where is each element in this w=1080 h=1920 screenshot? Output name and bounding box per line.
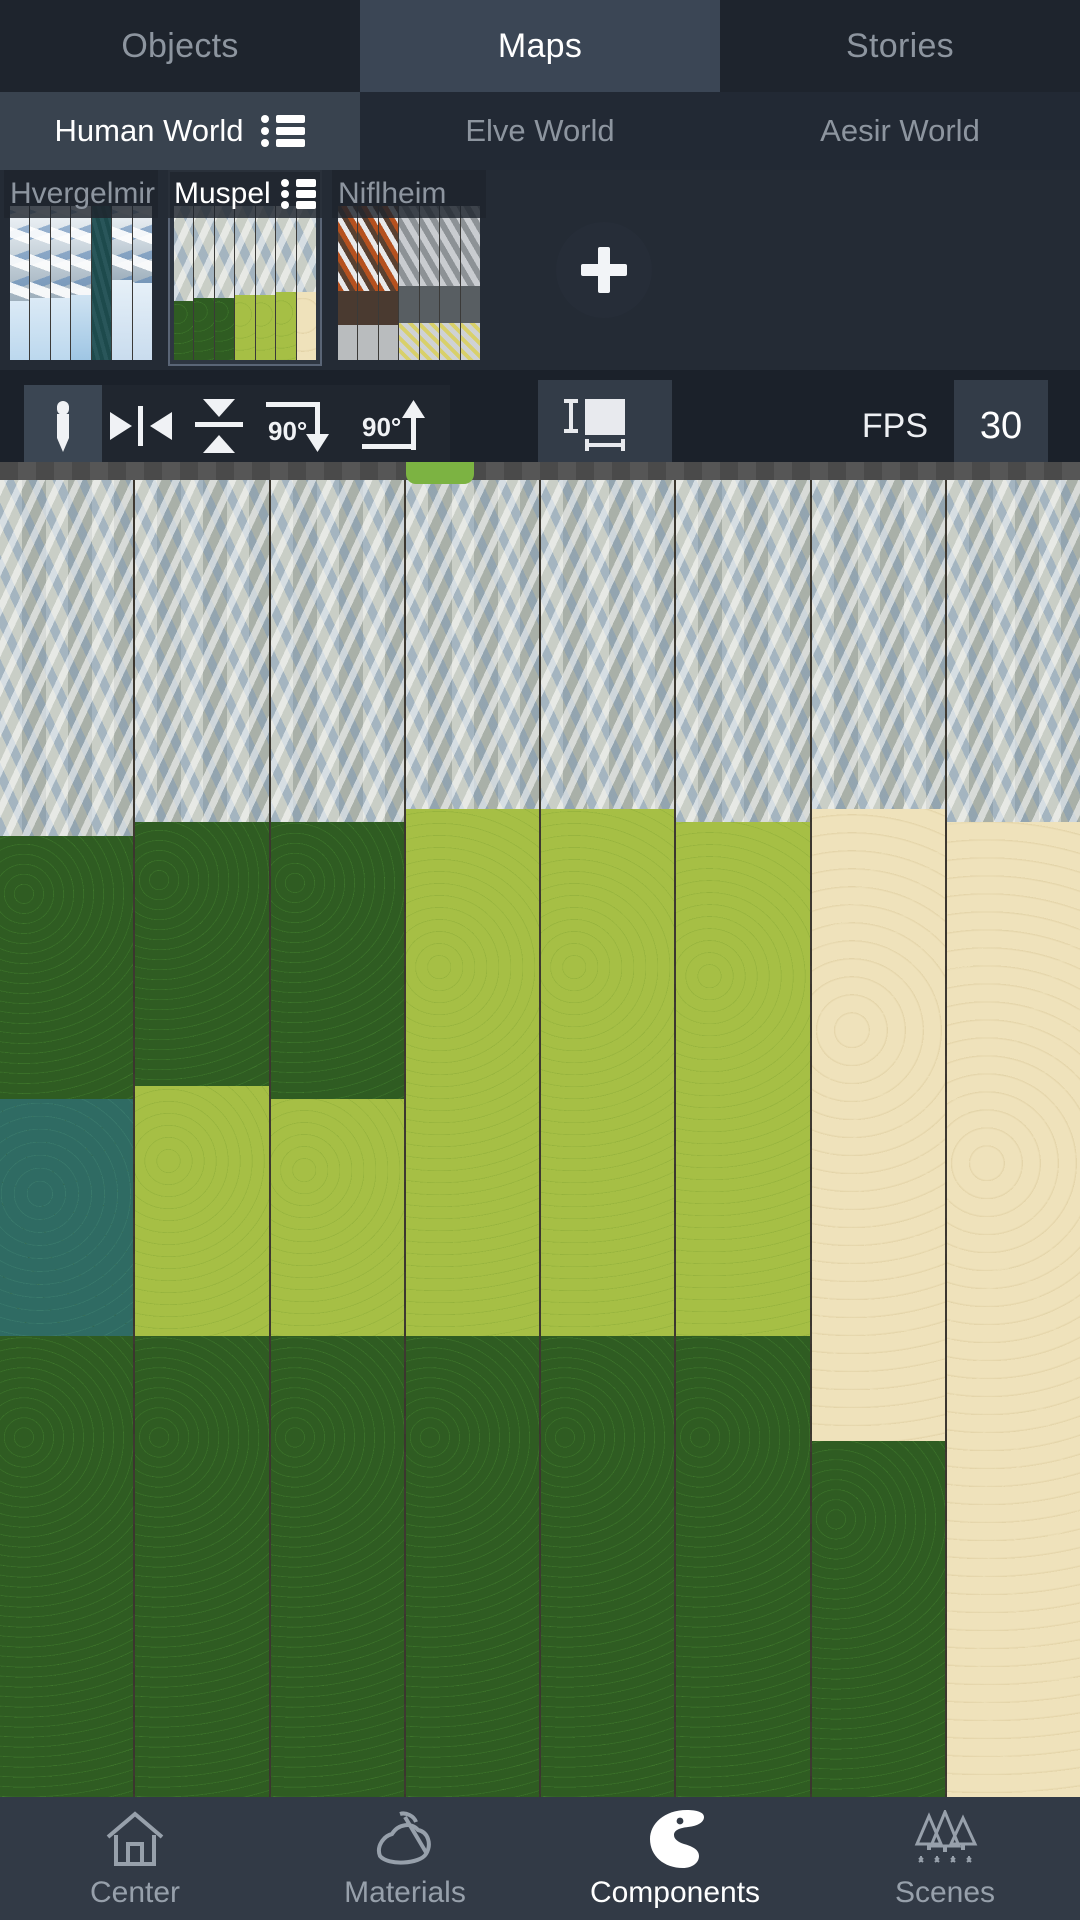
- map-column[interactable]: [0, 480, 136, 1797]
- rotate-90-ccw-icon: 90°: [362, 400, 425, 450]
- map-column[interactable]: [946, 480, 1080, 1797]
- app-root: Objects Maps Stories Human World Elve Wo…: [0, 0, 1080, 1920]
- world-tab-aesir[interactable]: Aesir World: [720, 92, 1080, 170]
- list-icon[interactable]: [280, 178, 316, 210]
- nav-item-components[interactable]: Components: [540, 1797, 810, 1920]
- svg-text:90°: 90°: [268, 416, 307, 446]
- house-icon: [104, 1808, 166, 1870]
- component-blob-icon: [644, 1808, 706, 1870]
- list-icon[interactable]: [261, 113, 306, 149]
- map-column[interactable]: [541, 480, 677, 1797]
- svg-text:90°: 90°: [362, 412, 401, 442]
- tab-maps-label: Maps: [497, 26, 583, 65]
- rock-pickaxe-icon: [372, 1808, 438, 1870]
- rotate-90-ccw-button[interactable]: 90°: [354, 385, 450, 467]
- map-card-title: Muspel: [168, 170, 322, 218]
- fps-label: FPS: [861, 406, 928, 445]
- map-column[interactable]: [811, 480, 947, 1797]
- map-column[interactable]: [135, 480, 271, 1797]
- flip-vertical-icon: [195, 399, 243, 453]
- resize-canvas-button[interactable]: [538, 380, 672, 472]
- fps-control: FPS 30: [862, 380, 1056, 472]
- map-thumbnail: [174, 206, 316, 360]
- tab-objects[interactable]: Objects: [0, 0, 360, 92]
- rotate-90-cw-button[interactable]: 90°: [258, 385, 354, 467]
- map-card-muspel[interactable]: Muspel: [168, 170, 322, 366]
- map-column[interactable]: [405, 480, 541, 1797]
- fps-value[interactable]: 30: [954, 380, 1048, 472]
- world-tab-elve[interactable]: Elve World: [360, 92, 720, 170]
- flip-horizontal-icon: [110, 406, 172, 446]
- map-column[interactable]: [270, 480, 406, 1797]
- nav-item-scenes-label: Scenes: [894, 1875, 996, 1909]
- top-tab-bar: Objects Maps Stories: [0, 0, 1080, 92]
- world-tab-aesir-label: Aesir World: [820, 113, 980, 148]
- nav-item-center-label: Center: [89, 1875, 181, 1909]
- map-thumbnail: [10, 206, 152, 360]
- tab-maps[interactable]: Maps: [360, 0, 720, 92]
- bottom-navigation: Center Materials Components Scenes: [0, 1797, 1080, 1920]
- nav-item-center[interactable]: Center: [0, 1797, 270, 1920]
- world-tab-human-label: Human World: [54, 113, 244, 148]
- trees-icon: [909, 1808, 981, 1870]
- map-tile-grid: [0, 480, 1080, 1797]
- map-column[interactable]: [676, 480, 812, 1797]
- nav-item-materials[interactable]: Materials: [270, 1797, 540, 1920]
- map-card-title: Niflheim: [332, 170, 486, 218]
- world-tab-elve-label: Elve World: [465, 113, 615, 148]
- map-thumbnail-strip: Hvergelmir Muspel Niflheim: [0, 170, 1080, 370]
- plus-icon: [581, 247, 627, 293]
- flip-horizontal-button[interactable]: [102, 385, 180, 467]
- pencil-icon: [57, 401, 69, 452]
- map-canvas[interactable]: [0, 462, 1080, 1797]
- tool-group: 90° 90°: [24, 385, 450, 467]
- world-tab-human[interactable]: Human World: [0, 92, 360, 170]
- map-card-muspel-label: Muspel: [174, 177, 271, 210]
- pencil-tool-button[interactable]: [24, 385, 102, 467]
- map-card-niflheim-label: Niflheim: [338, 177, 447, 210]
- world-tab-bar: Human World Elve World Aesir World: [0, 92, 1080, 170]
- nav-item-scenes[interactable]: Scenes: [810, 1797, 1080, 1920]
- map-card-niflheim[interactable]: Niflheim: [332, 170, 486, 366]
- nav-item-components-label: Components: [589, 1875, 761, 1909]
- tab-stories[interactable]: Stories: [720, 0, 1080, 92]
- map-card-title: Hvergelmir: [4, 170, 158, 218]
- rotate-90-cw-icon: 90°: [266, 402, 329, 452]
- canvas-position-marker[interactable]: [406, 462, 474, 484]
- map-thumbnail: [338, 206, 480, 360]
- map-card-hvergelmir[interactable]: Hvergelmir: [4, 170, 158, 366]
- add-map-button[interactable]: [556, 222, 652, 318]
- tab-stories-label: Stories: [846, 26, 954, 65]
- resize-canvas-icon: [564, 399, 625, 451]
- tab-objects-label: Objects: [121, 26, 239, 65]
- flip-vertical-button[interactable]: [180, 385, 258, 467]
- map-card-hvergelmir-label: Hvergelmir: [10, 177, 156, 210]
- nav-item-materials-label: Materials: [344, 1875, 466, 1909]
